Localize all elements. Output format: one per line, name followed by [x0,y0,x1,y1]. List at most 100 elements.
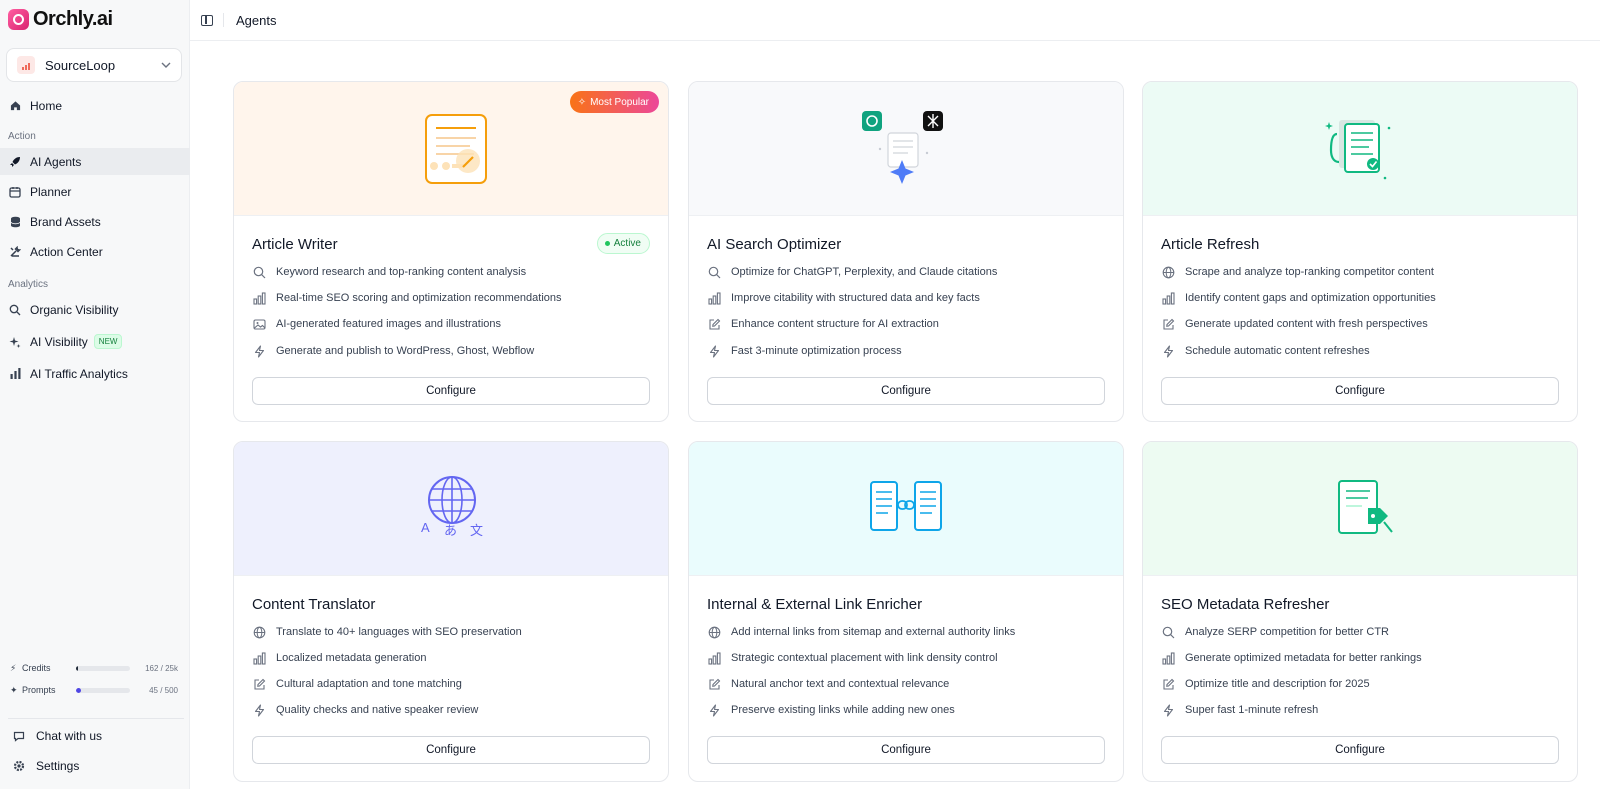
feature-text: Preserve existing links while adding new… [731,704,955,716]
feature-item: Add internal links from sitemap and exte… [707,625,1015,639]
card-title: Article Refresh [1161,236,1260,253]
bar-chart-icon [707,291,721,305]
configure-button[interactable]: Configure [1161,736,1559,764]
prompts-meter: ✦ Prompts 45 / 500 [10,683,178,697]
sidebar-item-planner[interactable]: Planner [0,178,190,205]
feature-text: Keyword research and top-ranking content… [276,266,527,278]
card-hero [1143,82,1577,216]
edit-icon [252,677,266,691]
status-label: Active [613,238,641,249]
workspace-name: SourceLoop [45,57,116,73]
sparkle-icon: ✧ [577,96,587,108]
bar-chart-icon [9,368,21,380]
sidebar-item-label: Home [30,98,63,113]
card-title: Article Writer [252,236,338,253]
feature-text: Quality checks and native speaker review [276,704,479,716]
sidebar-item-label: Action Center [30,244,103,259]
feature-text: Natural anchor text and contextual relev… [731,678,950,690]
sidebar-item-action-center[interactable]: Action Center [0,238,190,265]
home-icon [9,100,21,112]
top-bar: Agents [190,0,1600,41]
feature-text: Scrape and analyze top-ranking competito… [1185,266,1434,278]
lightning-icon [252,703,266,717]
credits-value: 162 / 25k [145,663,178,673]
feature-item: Localized metadata generation [252,651,426,665]
image-icon [252,317,266,331]
sidebar-item-brand-assets[interactable]: Brand Assets [0,208,190,235]
feature-text: Optimize for ChatGPT, Perplexity, and Cl… [731,266,998,278]
sparkles-icon: ✦ [10,684,18,695]
credits-progress-fill [76,665,78,671]
feature-item: Natural anchor text and contextual relev… [707,677,949,691]
prompts-progress-fill [76,687,81,693]
card-title: Internal & External Link Enricher [707,596,923,613]
sidebar-toggle-icon[interactable] [201,14,213,26]
sidebar-item-ai-agents[interactable]: AI Agents [0,148,190,175]
feature-item: Generate and publish to WordPress, Ghost… [252,344,534,358]
document-pencil-icon [425,114,487,184]
sparkles-icon [9,336,21,348]
lightning-icon [1161,344,1175,358]
sidebar-item-home[interactable]: Home [0,92,190,119]
configure-button[interactable]: Configure [252,377,650,405]
search-icon [252,265,266,279]
feature-item: Analyze SERP competition for better CTR [1161,625,1389,639]
feature-item: Identify content gaps and optimization o… [1161,291,1436,305]
settings-button[interactable]: Settings [0,752,190,779]
feature-text: Fast 3-minute optimization process [731,345,902,357]
configure-button[interactable]: Configure [252,736,650,764]
chat-with-us-button[interactable]: Chat with us [0,722,190,749]
search-icon [1161,625,1175,639]
feature-text: Generate updated content with fresh pers… [1185,318,1428,330]
configure-button[interactable]: Configure [707,736,1105,764]
feature-text: Enhance content structure for AI extract… [731,318,939,330]
configure-button[interactable]: Configure [1161,377,1559,405]
bar-chart-icon [707,651,721,665]
database-icon [9,216,21,228]
feature-item: Optimize for ChatGPT, Perplexity, and Cl… [707,265,997,279]
feature-text: Cultural adaptation and tone matching [276,678,462,690]
card-hero: ✧ Most Popular [234,82,668,216]
calendar-icon [9,186,21,198]
prompts-label: Prompts [22,685,56,695]
sidebar-item-ai-visibility[interactable]: AI Visibility NEW [0,328,190,355]
settings-label: Settings [36,758,80,773]
lightning-icon [707,703,721,717]
edit-icon [1161,317,1175,331]
agent-card-article-writer: ✧ Most Popular Article Writer Active Key… [233,81,669,422]
kanji-glyph: 文 [470,523,484,538]
document-tag-icon [1338,480,1393,534]
feature-item: Optimize title and description for 2025 [1161,677,1370,691]
agent-card-article-refresh: Article Refresh Scrape and analyze top-r… [1142,81,1578,422]
feature-item: Generate updated content with fresh pers… [1161,317,1428,331]
sidebar-item-ai-traffic-analytics[interactable]: AI Traffic Analytics [0,360,190,387]
feature-item: AI-generated featured images and illustr… [252,317,501,331]
search-icon [9,304,21,316]
feature-item: Translate to 40+ languages with SEO pres… [252,625,522,639]
card-title: AI Search Optimizer [707,236,842,253]
credits-progress [76,665,130,671]
agent-card-seo-metadata-refresher: SEO Metadata Refresher Analyze SERP comp… [1142,441,1578,782]
card-hero [689,82,1123,216]
lightning-icon [707,344,721,358]
sidebar-item-label: Planner [30,184,72,199]
orchly-logo-icon [8,9,29,30]
sidebar-item-label: AI Traffic Analytics [30,366,128,381]
configure-button[interactable]: Configure [707,377,1105,405]
status-badge: Active [596,233,650,254]
lightning-icon: ⚡ [10,662,17,673]
bar-chart-icon [1161,291,1175,305]
agent-card-link-enricher: Internal & External Link Enricher Add in… [688,441,1124,782]
brand-name: Orchly.ai [33,8,113,30]
agent-card-ai-search-optimizer: AI Search Optimizer Optimize for ChatGPT… [688,81,1124,422]
bar-chart-icon [252,651,266,665]
rocket-icon [9,156,21,168]
sidebar-item-organic-visibility[interactable]: Organic Visibility [0,296,190,323]
brand-logo[interactable]: Orchly.ai [8,8,113,31]
workspace-selector[interactable]: SourceLoop [6,48,182,82]
lightning-icon [252,344,266,358]
chevron-down-icon [161,60,171,71]
globe-icon [707,625,721,639]
feature-item: Fast 3-minute optimization process [707,344,902,358]
edit-icon [707,317,721,331]
